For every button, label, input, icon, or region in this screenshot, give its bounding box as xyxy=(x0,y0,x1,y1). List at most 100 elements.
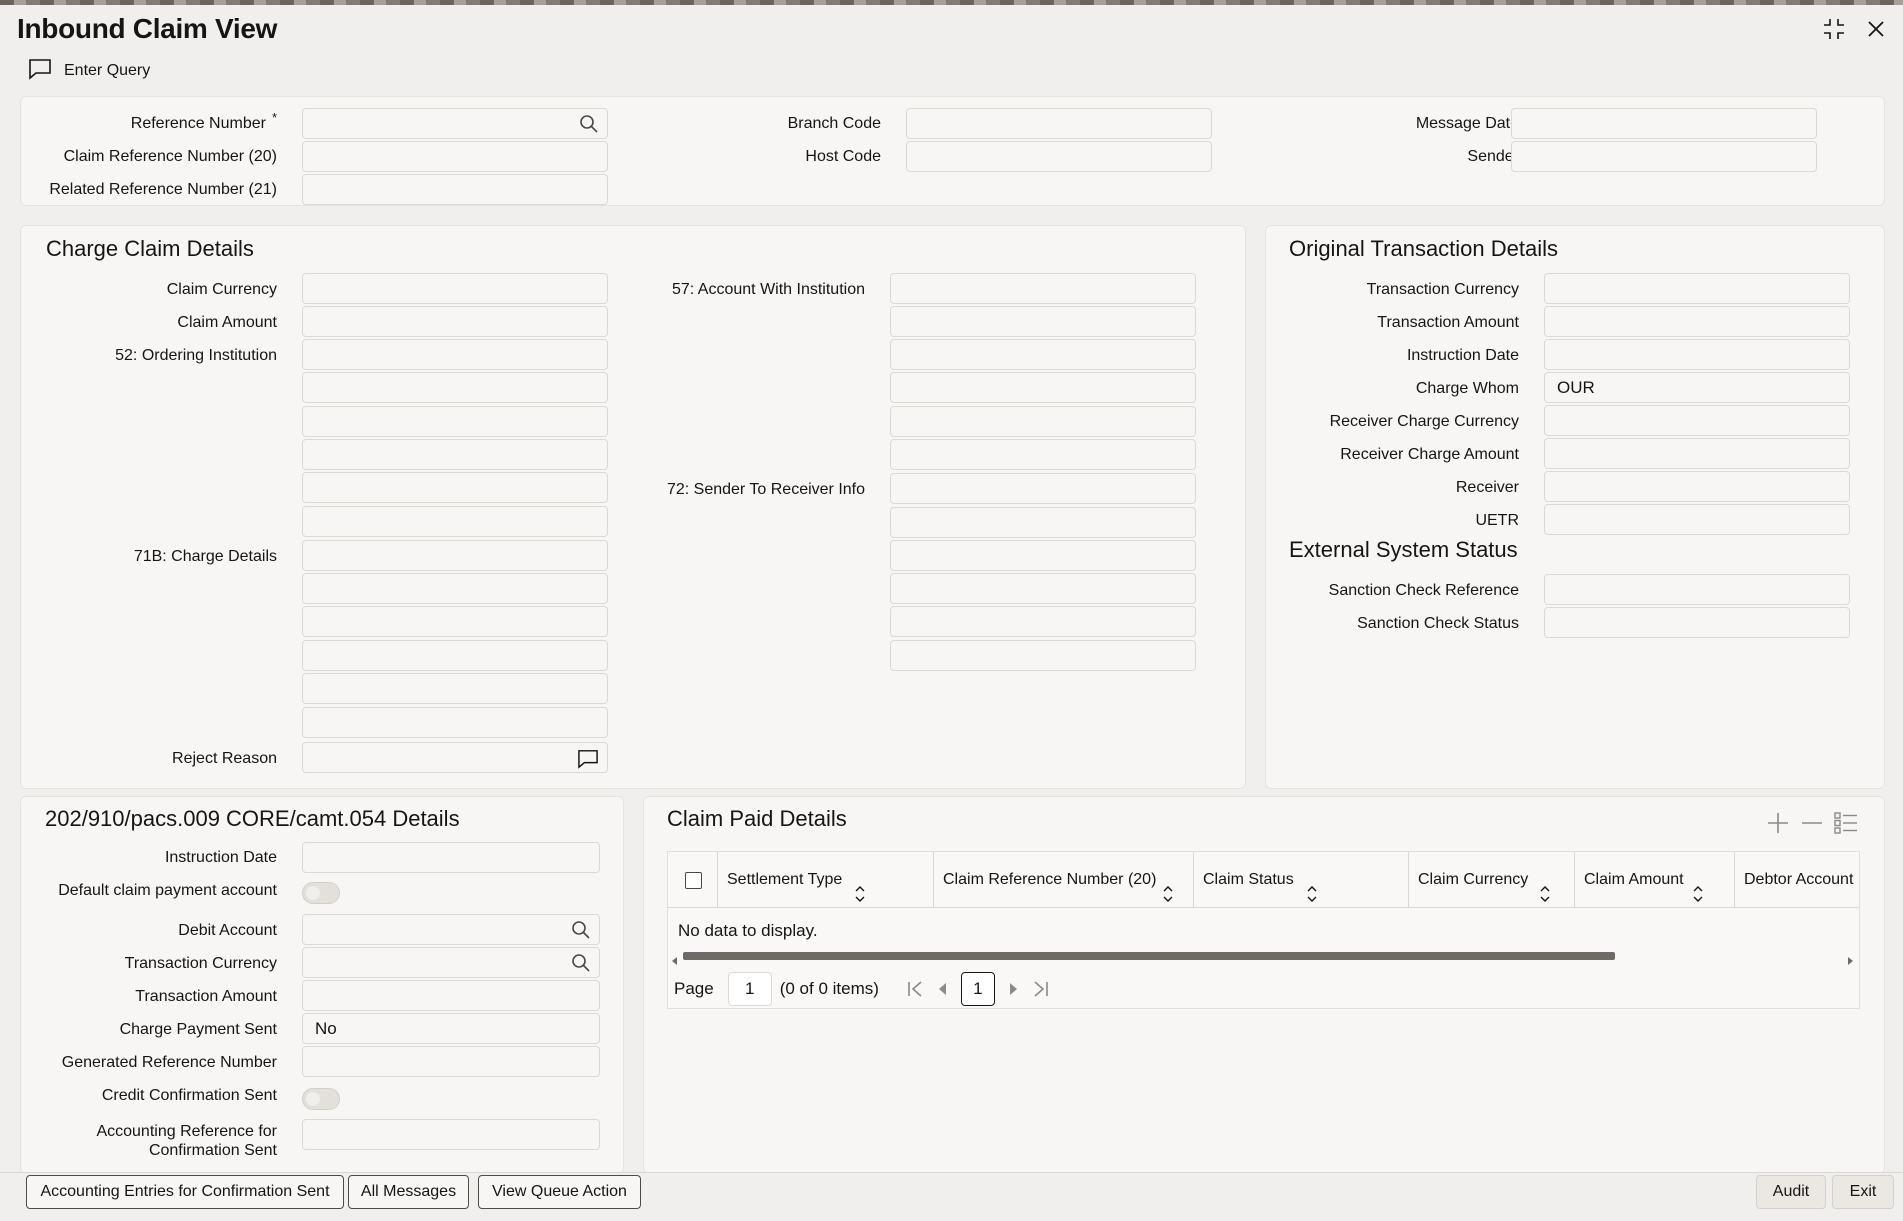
account-with-line-1[interactable] xyxy=(890,273,1196,304)
last-page-icon[interactable] xyxy=(1033,980,1049,998)
sort-icon[interactable] xyxy=(1306,871,1318,907)
charge-details-line-1[interactable] xyxy=(302,540,608,571)
uetr-input[interactable] xyxy=(1544,504,1850,535)
current-page[interactable]: 1 xyxy=(960,972,995,1006)
sanction-check-reference-input[interactable] xyxy=(1544,574,1850,605)
comment-icon[interactable] xyxy=(577,749,599,778)
default-claim-account-toggle[interactable] xyxy=(302,882,340,904)
add-row-icon[interactable] xyxy=(1766,811,1790,835)
ordering-institution-line-5[interactable] xyxy=(302,472,608,503)
receiver-input[interactable] xyxy=(1544,471,1850,502)
window-controls xyxy=(1821,16,1889,42)
ordering-institution-line-4[interactable] xyxy=(302,439,608,470)
search-icon[interactable] xyxy=(571,953,591,982)
column-claim-amount[interactable]: Claim Amount xyxy=(1575,852,1735,907)
pacs-instruction-date-input[interactable] xyxy=(302,842,600,873)
account-with-line-4[interactable] xyxy=(890,372,1196,403)
scroll-right-arrow[interactable] xyxy=(1847,952,1855,965)
account-with-line-5[interactable] xyxy=(890,406,1196,437)
sender-input[interactable] xyxy=(1511,141,1817,172)
reject-reason-input[interactable] xyxy=(302,742,608,773)
pacs-transaction-currency-input[interactable] xyxy=(302,947,600,978)
sort-icon[interactable] xyxy=(1162,871,1174,907)
generated-reference-input[interactable] xyxy=(302,1046,600,1077)
audit-button[interactable]: Audit xyxy=(1756,1175,1826,1209)
scroll-left-arrow[interactable] xyxy=(672,952,680,965)
claim-amount-input[interactable] xyxy=(302,306,608,337)
charge-details-line-5[interactable] xyxy=(302,673,608,704)
column-claim-currency[interactable]: Claim Currency xyxy=(1409,852,1575,907)
account-with-line-2[interactable] xyxy=(890,306,1196,337)
view-queue-action-button[interactable]: View Queue Action xyxy=(478,1175,641,1209)
ordering-institution-line-2[interactable] xyxy=(302,372,608,403)
page-title: Inbound Claim View xyxy=(17,13,278,44)
charge-details-line-3[interactable] xyxy=(302,606,608,637)
charge-payment-sent-input[interactable]: No xyxy=(302,1013,600,1044)
instruction-date-input[interactable] xyxy=(1544,339,1850,370)
next-page-icon[interactable] xyxy=(1009,982,1019,996)
minimize-icon[interactable] xyxy=(1821,16,1847,42)
receiver-charge-currency-input[interactable] xyxy=(1544,405,1850,436)
branch-code-input[interactable] xyxy=(906,108,1212,139)
charge-details-line-4[interactable] xyxy=(302,640,608,671)
reference-number-label: Reference Number * xyxy=(130,110,277,132)
message-date-input[interactable] xyxy=(1511,108,1817,139)
transaction-amount-input[interactable] xyxy=(1544,306,1850,337)
sender-to-receiver-line-6[interactable] xyxy=(890,640,1196,671)
exit-button[interactable]: Exit xyxy=(1832,1175,1894,1209)
accounting-reference-input[interactable] xyxy=(302,1119,600,1150)
account-with-line-3[interactable] xyxy=(890,339,1196,370)
account-with-line-6[interactable] xyxy=(890,439,1196,470)
select-all-cell xyxy=(668,852,718,907)
select-all-checkbox[interactable] xyxy=(685,872,702,889)
reject-reason-label: Reject Reason xyxy=(172,750,277,767)
claim-paid-grid: Settlement Type Claim Reference Number (… xyxy=(667,851,1860,1009)
sender-to-receiver-line-5[interactable] xyxy=(890,606,1196,637)
search-icon[interactable] xyxy=(571,920,591,949)
horizontal-scrollbar[interactable] xyxy=(683,952,1615,960)
column-claim-reference[interactable]: Claim Reference Number (20) xyxy=(934,852,1194,907)
sanction-check-status-input[interactable] xyxy=(1544,607,1850,638)
debit-account-input[interactable] xyxy=(302,914,600,945)
sort-icon[interactable] xyxy=(1539,871,1551,907)
ordering-institution-line-6[interactable] xyxy=(302,506,608,537)
enter-query-button[interactable]: Enter Query xyxy=(28,58,150,84)
charge-whom-input[interactable]: OUR xyxy=(1544,372,1850,403)
charge-details-line-6[interactable] xyxy=(302,707,608,738)
transaction-currency-input[interactable] xyxy=(1544,273,1850,304)
all-messages-button[interactable]: All Messages xyxy=(348,1175,469,1209)
receiver-charge-currency-label: Receiver Charge Currency xyxy=(1329,413,1519,430)
ordering-institution-line-3[interactable] xyxy=(302,406,608,437)
column-settlement-type[interactable]: Settlement Type xyxy=(718,852,934,907)
previous-page-icon[interactable] xyxy=(937,982,947,996)
sort-icon[interactable] xyxy=(1692,871,1704,907)
first-page-icon[interactable] xyxy=(907,980,923,998)
close-icon[interactable] xyxy=(1863,16,1889,42)
sender-to-receiver-line-3[interactable] xyxy=(890,540,1196,571)
column-claim-status[interactable]: Claim Status xyxy=(1194,852,1409,907)
sender-to-receiver-line-4[interactable] xyxy=(890,573,1196,604)
reference-number-input[interactable] xyxy=(302,108,608,139)
sort-icon[interactable] xyxy=(854,871,866,907)
pacs-instruction-date-label: Instruction Date xyxy=(164,849,277,866)
charge-details-line-2[interactable] xyxy=(302,573,608,604)
delete-row-icon[interactable] xyxy=(1800,811,1824,835)
column-debtor-account[interactable]: Debtor Account N xyxy=(1735,852,1859,907)
ordering-institution-line-1[interactable] xyxy=(302,339,608,370)
single-record-view-icon[interactable] xyxy=(1834,811,1858,835)
accounting-entries-button[interactable]: Accounting Entries for Confirmation Sent xyxy=(26,1175,344,1209)
sender-to-receiver-line-1[interactable] xyxy=(890,473,1196,504)
receiver-charge-amount-input[interactable] xyxy=(1544,438,1850,469)
speech-bubble-icon xyxy=(28,58,52,85)
pacs-transaction-amount-input[interactable] xyxy=(302,980,600,1011)
claim-reference-input[interactable] xyxy=(302,141,608,172)
page-number-input[interactable]: 1 xyxy=(727,972,772,1006)
search-icon[interactable] xyxy=(579,114,599,143)
credit-confirmation-toggle[interactable] xyxy=(302,1088,340,1110)
related-reference-input[interactable] xyxy=(302,174,608,205)
generated-reference-label: Generated Reference Number xyxy=(61,1054,277,1071)
host-code-input[interactable] xyxy=(906,141,1212,172)
grid-header: Settlement Type Claim Reference Number (… xyxy=(668,852,1859,908)
sender-to-receiver-line-2[interactable] xyxy=(890,507,1196,538)
claim-currency-input[interactable] xyxy=(302,273,608,304)
